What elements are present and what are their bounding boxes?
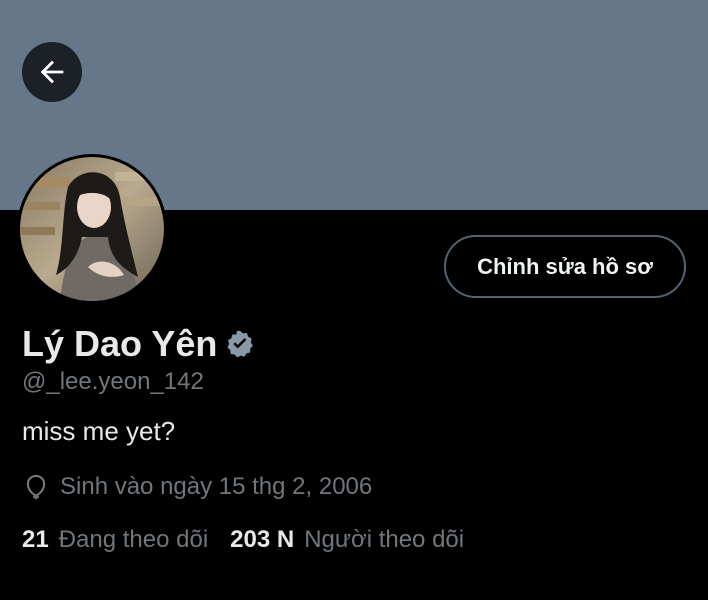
following-link[interactable]: 21 Đang theo dõi xyxy=(22,526,208,554)
following-label: Đang theo dõi xyxy=(58,526,209,553)
back-button[interactable] xyxy=(22,42,82,102)
follow-stats: 21 Đang theo dõi 203 N Người theo dõi xyxy=(22,526,464,554)
birthday-row: Sinh vào ngày 15 thg 2, 2006 xyxy=(22,473,372,501)
name-row: Lý Dao Yên xyxy=(22,322,255,366)
followers-link[interactable]: 203 N Người theo dõi xyxy=(230,526,464,554)
back-arrow-icon xyxy=(40,60,64,84)
verified-badge-icon xyxy=(227,330,254,358)
edit-profile-button[interactable]: Chỉnh sửa hồ sơ xyxy=(444,235,686,298)
following-count: 21 xyxy=(22,526,49,553)
user-handle: @_lee.yeon_142 xyxy=(22,368,204,395)
bio-text: miss me yet? xyxy=(22,416,176,446)
balloon-icon xyxy=(26,474,46,500)
avatar-photo xyxy=(20,157,164,301)
followers-count: 203 N xyxy=(230,526,295,553)
avatar[interactable] xyxy=(17,154,167,304)
followers-label: Người theo dõi xyxy=(304,526,465,553)
birthday-text: Sinh vào ngày 15 thg 2, 2006 xyxy=(60,473,373,500)
display-name: Lý Dao Yên xyxy=(22,323,218,364)
